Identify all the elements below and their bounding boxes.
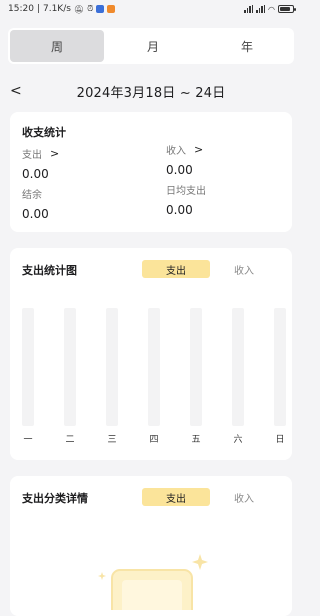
network-speed: 7.1K/s xyxy=(42,4,71,14)
income-expense-summary-card: 收支统计 支出 > 0.00 收入 > 0.00 结余 0.00 日均支出 0.… xyxy=(10,112,292,232)
chart-x-tick-label: 五 xyxy=(191,435,201,445)
chart-x-tick-label: 四 xyxy=(149,435,159,445)
income-stat[interactable]: 收入 > 0.00 xyxy=(166,142,203,177)
balance-label: 结余 xyxy=(22,190,42,201)
chart-bar-track xyxy=(22,308,34,426)
tab-year[interactable]: 年 xyxy=(200,28,294,64)
chart-x-tick-label: 六 xyxy=(233,435,243,445)
category-detail-title: 支出分类详情 xyxy=(22,492,88,505)
daily-average-value: 0.00 xyxy=(166,203,193,217)
chart-bar-column: 五 xyxy=(190,308,202,445)
alarm-icon: ⏰︎ xyxy=(87,4,94,13)
balance-value: 0.00 xyxy=(22,207,49,221)
status-time: 15:20 xyxy=(8,4,34,14)
expense-chart-card: 支出统计图 支出 收入 一 二 三 四 五 六 日 xyxy=(10,248,292,460)
chart-bar-column: 四 xyxy=(148,308,160,445)
chart-bar-track xyxy=(64,308,76,426)
empty-state-illustration xyxy=(98,554,208,610)
status-bar-right: ◠ xyxy=(244,4,296,14)
mute-bell-icon: 🔕︎ xyxy=(73,4,85,14)
signal-icon xyxy=(256,5,266,13)
summary-title: 收支统计 xyxy=(22,126,66,139)
toggle-expense[interactable]: 支出 xyxy=(142,260,210,278)
expense-stat[interactable]: 支出 > 0.00 xyxy=(22,146,59,181)
chart-bar-track xyxy=(190,308,202,426)
date-range-label: 2024年3月18日 ~ 24日 xyxy=(76,85,226,101)
chart-bar-track xyxy=(106,308,118,426)
toggle-income[interactable]: 收入 xyxy=(210,260,278,278)
expense-label: 支出 xyxy=(22,150,42,161)
signal-icon xyxy=(244,5,254,13)
chart-bar-column: 二 xyxy=(64,308,76,445)
chart-bar-track xyxy=(274,308,286,426)
chart-bar-column: 日 xyxy=(274,308,286,445)
chart-bar-column: 三 xyxy=(106,308,118,445)
daily-average-stat: 日均支出 0.00 xyxy=(166,182,206,217)
tab-week[interactable]: 周 xyxy=(10,30,104,62)
chart-x-tick-label: 日 xyxy=(275,435,285,445)
weekly-bar-chart: 一二三四五六日 xyxy=(22,308,286,445)
chevron-right-icon: > xyxy=(194,143,204,156)
toggle-income[interactable]: 收入 xyxy=(210,488,278,506)
status-separator: | xyxy=(36,4,40,14)
toggle-expense[interactable]: 支出 xyxy=(142,488,210,506)
category-detail-card: 支出分类详情 支出 收入 xyxy=(10,476,292,616)
status-bar: 15:20 | 7.1K/s 🔕︎ ⏰︎ ◠ xyxy=(0,0,302,18)
chart-bar-column: 一 xyxy=(22,308,34,445)
app-notification-icon xyxy=(96,5,105,13)
chevron-right-icon: > xyxy=(50,147,60,160)
chart-x-tick-label: 三 xyxy=(107,435,117,445)
tab-month[interactable]: 月 xyxy=(106,28,200,64)
daily-average-label: 日均支出 xyxy=(166,186,206,197)
date-navigation: < 2024年3月18日 ~ 24日 xyxy=(10,80,292,102)
income-label: 收入 xyxy=(166,146,186,157)
app-notification-icon xyxy=(107,5,116,13)
income-value: 0.00 xyxy=(166,163,193,177)
expense-value: 0.00 xyxy=(22,167,49,181)
category-type-toggle: 支出 收入 xyxy=(142,488,278,506)
battery-icon xyxy=(278,5,296,13)
chart-x-tick-label: 二 xyxy=(65,435,75,445)
chart-bar-track xyxy=(148,308,160,426)
balance-stat: 结余 0.00 xyxy=(22,186,49,221)
chart-bar-column: 六 xyxy=(232,308,244,445)
wifi-icon: ◠ xyxy=(268,4,275,14)
battery-level xyxy=(280,7,290,11)
chart-bar-track xyxy=(232,308,244,426)
back-arrow-icon[interactable]: < xyxy=(10,83,30,99)
period-tabs: 周 月 年 xyxy=(8,28,294,64)
chart-type-toggle: 支出 收入 xyxy=(142,260,278,278)
chart-x-tick-label: 一 xyxy=(23,435,33,445)
status-bar-left: 15:20 | 7.1K/s 🔕︎ ⏰︎ xyxy=(8,4,116,14)
chart-title: 支出统计图 xyxy=(22,264,77,277)
